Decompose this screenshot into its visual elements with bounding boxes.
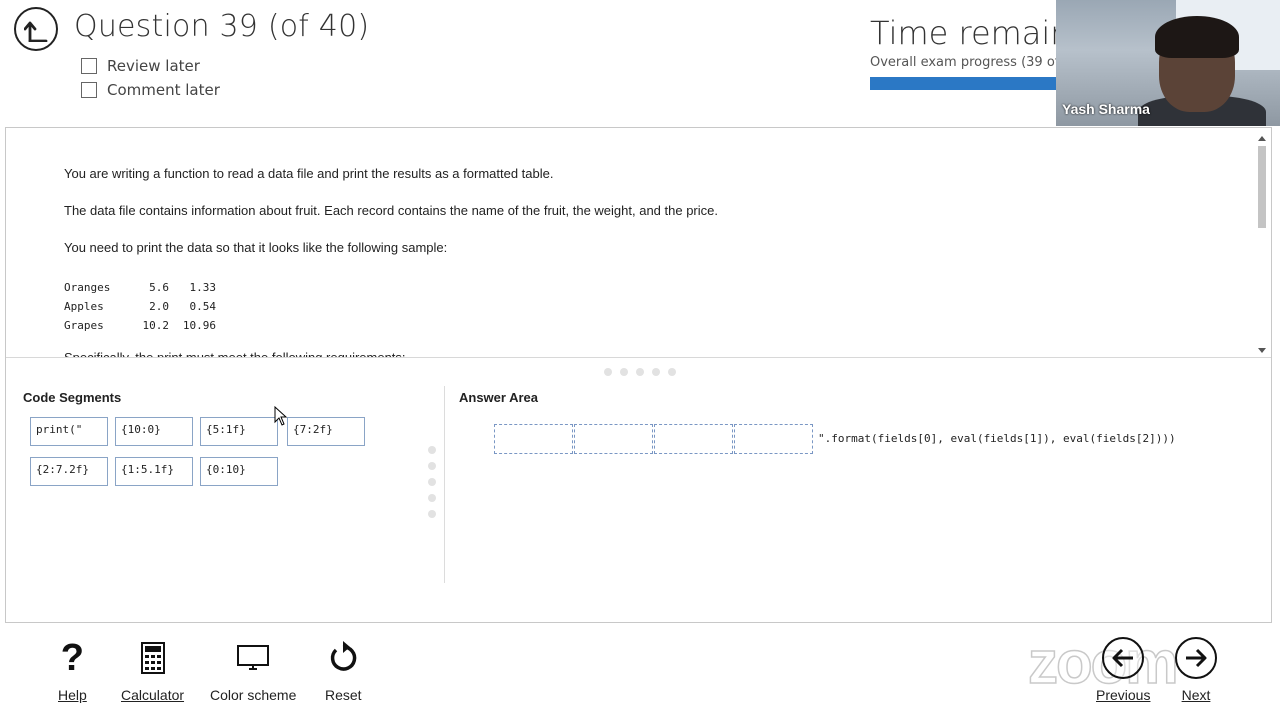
arrow-left-icon — [1102, 637, 1145, 679]
question-scrollbar[interactable] — [1257, 136, 1267, 353]
sample-cell: 0.54 — [189, 300, 217, 313]
question-panel: You are writing a function to read a dat… — [5, 127, 1272, 623]
review-later-checkbox[interactable]: Review later — [81, 57, 200, 75]
code-segment[interactable]: {0:10} — [200, 457, 278, 486]
sample-cell: Oranges — [64, 281, 111, 294]
code-segment[interactable]: print(" — [30, 417, 108, 446]
code-segment[interactable]: {10:0} — [115, 417, 193, 446]
calculator-label: Calculator — [121, 687, 185, 703]
progress-label: Overall exam progress (39 of — [870, 55, 1060, 70]
sample-cell: Grapes — [64, 319, 104, 332]
answer-drop-slot[interactable] — [654, 424, 733, 454]
sample-cell: 5.6 — [149, 281, 169, 294]
arrow-right-icon — [1175, 637, 1217, 679]
question-paragraph: You are writing a function to read a dat… — [64, 166, 554, 181]
code-segment[interactable]: {2:7.2f} — [30, 457, 108, 486]
question-paragraph: The data file contains information about… — [64, 203, 718, 218]
code-segment[interactable]: {1:5.1f} — [115, 457, 193, 486]
color-scheme-label: Color scheme — [210, 687, 297, 703]
next-button[interactable]: Next — [1175, 636, 1217, 703]
answer-area-title: Answer Area — [459, 390, 538, 405]
answer-drop-slot[interactable] — [574, 424, 653, 454]
webcam-video-overlay: Yash Sharma — [1056, 0, 1280, 126]
calculator-icon — [140, 636, 165, 680]
answer-drop-slot[interactable] — [734, 424, 813, 454]
code-segment[interactable]: {5:1f} — [200, 417, 278, 446]
reset-button[interactable]: Reset — [325, 636, 362, 703]
vertical-resize-handle[interactable] — [428, 446, 436, 518]
code-segment[interactable]: {7:2f} — [287, 417, 365, 446]
sample-row: Grapes 10.2 10.96 — [64, 316, 216, 335]
review-later-label: Review later — [107, 57, 200, 75]
back-button[interactable] — [14, 7, 58, 51]
help-label: Help — [58, 687, 87, 703]
answer-drop-slot[interactable] — [494, 424, 573, 454]
sample-cell: 10.2 — [142, 319, 170, 332]
scroll-thumb[interactable] — [1258, 146, 1266, 228]
next-label: Next — [1181, 687, 1211, 703]
comment-later-label: Comment later — [107, 81, 220, 99]
sample-row: Apples 2.0 0.54 — [64, 297, 216, 316]
horizontal-resize-handle[interactable] — [604, 368, 676, 376]
checkbox-box[interactable] — [81, 82, 97, 98]
calculator-button[interactable]: Calculator — [121, 636, 184, 703]
question-paragraph-truncated: Specifically, the print must meet the fo… — [64, 350, 406, 358]
video-person-hair — [1155, 16, 1239, 58]
sample-row: Oranges 5.6 1.33 — [64, 278, 216, 297]
checkbox-box[interactable] — [81, 58, 97, 74]
sample-cell: 10.96 — [182, 319, 216, 332]
help-button[interactable]: ? Help — [58, 636, 87, 704]
mouse-cursor-icon — [274, 406, 288, 426]
question-text-area[interactable]: You are writing a function to read a dat… — [6, 128, 1271, 358]
previous-button[interactable]: Previous — [1096, 636, 1150, 703]
reset-icon — [327, 636, 359, 680]
answer-code-suffix: ".format(fields[0], eval(fields[1]), eva… — [818, 432, 1176, 445]
comment-later-checkbox[interactable]: Comment later — [81, 81, 220, 99]
scroll-down-icon[interactable] — [1258, 348, 1266, 353]
question-paragraph: You need to print the data so that it lo… — [64, 240, 448, 255]
sample-cell: 1.33 — [189, 281, 217, 294]
participant-name: Yash Sharma — [1062, 101, 1150, 117]
scroll-up-icon[interactable] — [1258, 136, 1266, 141]
color-scheme-button[interactable]: Color scheme — [210, 636, 296, 703]
reset-label: Reset — [325, 687, 362, 703]
code-segments-title: Code Segments — [23, 390, 122, 405]
question-mark-icon: ? — [60, 636, 84, 679]
sample-cell: Apples — [64, 300, 104, 313]
monitor-icon — [237, 636, 270, 680]
sample-cell: 2.0 — [149, 300, 169, 313]
previous-label: Previous — [1096, 687, 1151, 703]
arrow-up-icon — [24, 21, 48, 42]
panel-divider — [444, 386, 445, 583]
sample-output: Oranges 5.6 1.33 Apples 2.0 0.54 Grapes … — [64, 278, 216, 335]
page-title: Question 39 (of 40) — [74, 9, 370, 44]
